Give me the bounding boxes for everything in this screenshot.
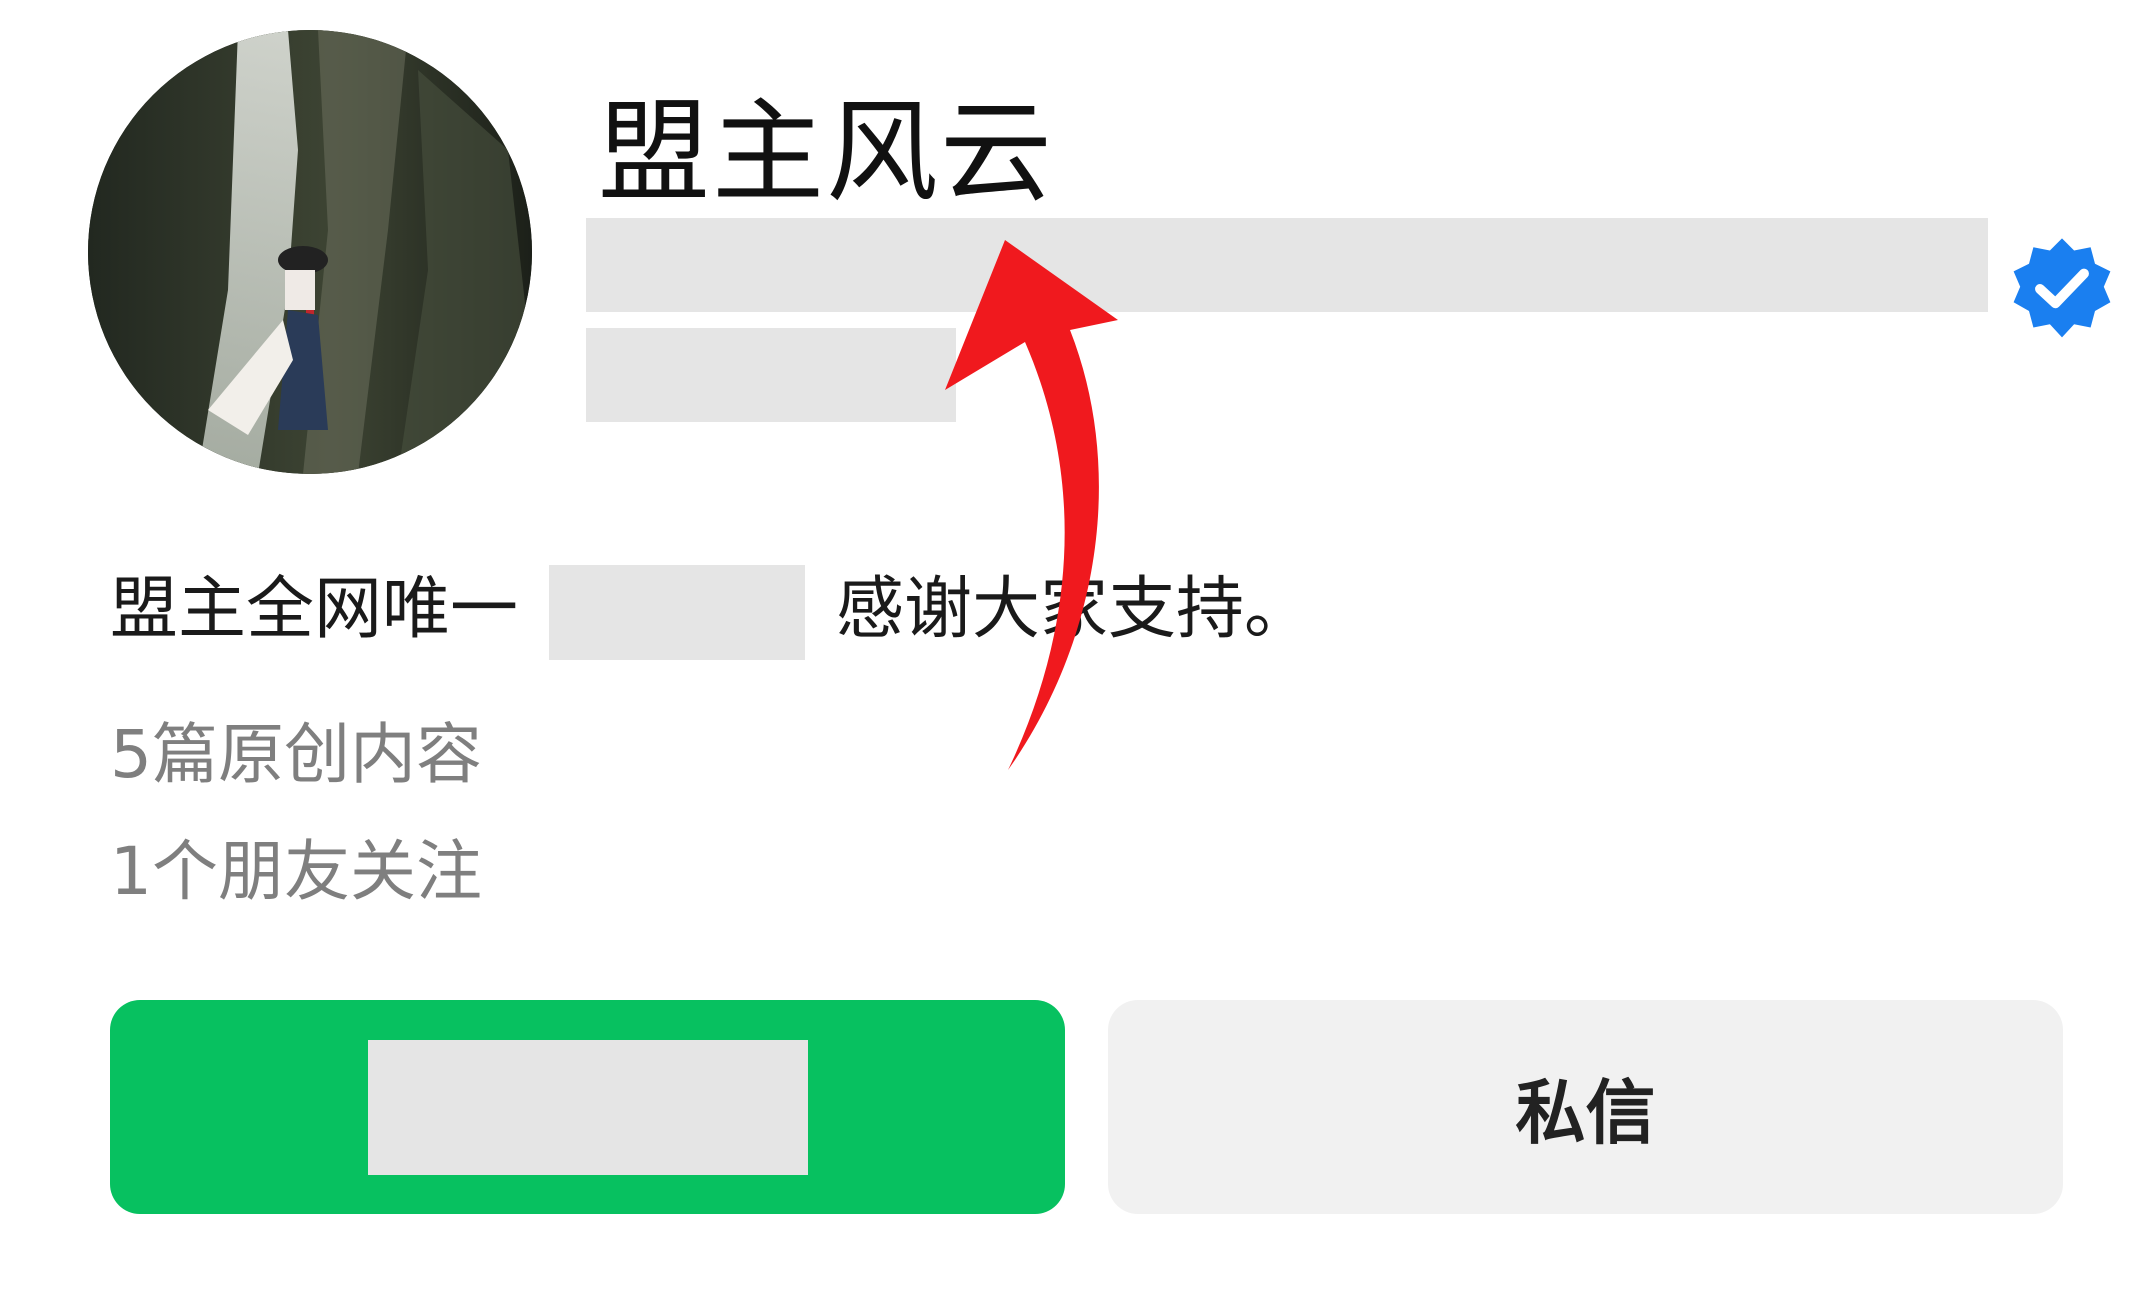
redacted-button-label (367, 1039, 808, 1175)
profile-name: 盟主风云 (598, 88, 1054, 218)
original-articles-count[interactable]: 5篇原创内容 (110, 705, 482, 805)
verified-badge-icon (2007, 234, 2117, 344)
follow-button[interactable] (110, 1000, 1065, 1214)
redacted-text-block (586, 328, 956, 422)
bio-text-suffix: 感谢大家支持。 (836, 570, 1313, 649)
friends-following-count[interactable]: 1个朋友关注 (110, 822, 482, 922)
redacted-text-block (549, 565, 805, 660)
avatar[interactable] (88, 30, 532, 474)
bio-text: 盟主全网唯一 (110, 570, 519, 649)
message-button[interactable]: 私信 (1108, 1000, 2063, 1214)
redacted-text-block (586, 218, 1988, 312)
